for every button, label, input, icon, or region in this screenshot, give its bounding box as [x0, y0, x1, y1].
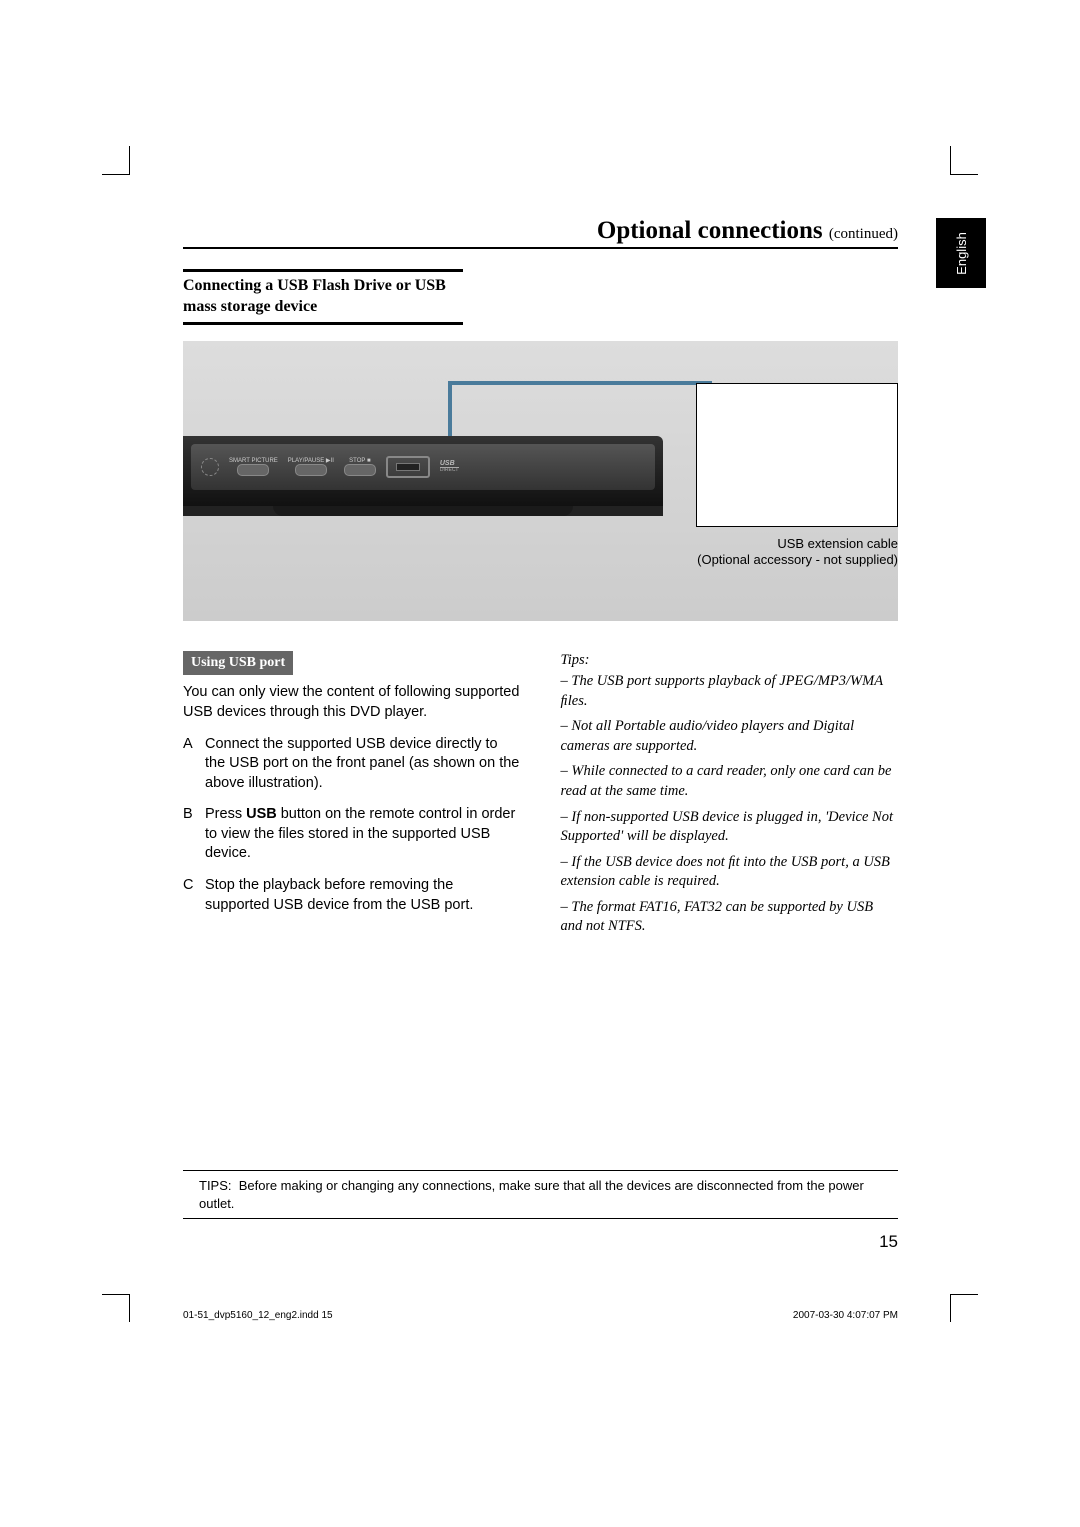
crop-mark: [129, 1294, 130, 1322]
tip-item: – If the USB device does not ﬁt into the…: [561, 853, 899, 892]
chapter-title-sub: (continued): [829, 226, 898, 242]
play-pause-button: [295, 464, 327, 476]
footer-left: 01-51_dvp5160_12_eng2.indd 15: [183, 1310, 333, 1321]
stop-label: STOP ■: [349, 458, 370, 464]
cable-line: [448, 381, 712, 445]
usb-port-icon: [386, 456, 430, 478]
intro-paragraph: You can only view the content of followi…: [183, 683, 521, 722]
tip-item: – While connected to a card reader, only…: [561, 762, 899, 801]
tip-item: – Not all Portable audio/video players a…: [561, 717, 899, 756]
step-b: B Press USB button on the remote control…: [183, 805, 521, 864]
usb-logo-sub: DIRECT: [440, 468, 459, 473]
stop-button: [344, 464, 376, 476]
step-c: C Stop the playback before removing the …: [183, 876, 521, 915]
step-letter: B: [183, 805, 205, 864]
section-heading: Connecting a USB Flash Drive or USB mass…: [183, 269, 463, 325]
play-pause-label: PLAY/PAUSE ▶II: [288, 457, 334, 464]
tips-heading: Tips:: [561, 651, 899, 671]
left-column: Using USB port You can only view the con…: [183, 651, 521, 943]
dvd-front-panel: SMART PICTURE PLAY/PAUSE ▶II STOP ■ USB …: [191, 444, 655, 490]
step-text: Press USB button on the remote control i…: [205, 805, 521, 864]
bottom-tips-bar: TIPS: Before making or changing any conn…: [183, 1170, 898, 1219]
step-a: A Connect the supported USB device direc…: [183, 735, 521, 794]
crop-mark: [950, 174, 978, 175]
imposition-footer: 01-51_dvp5160_12_eng2.indd 15 2007-03-30…: [183, 1310, 898, 1321]
using-usb-subhead: Using USB port: [183, 651, 293, 676]
step-text: Connect the supported USB device directl…: [205, 735, 521, 794]
chapter-title-main: Optional connections: [597, 217, 829, 244]
crop-mark: [950, 1294, 951, 1322]
chapter-title: Optional connections (continued): [183, 218, 898, 249]
step-letter: A: [183, 735, 205, 794]
crop-mark: [102, 1294, 130, 1295]
page-content: English Optional connections (continued)…: [183, 218, 898, 943]
crop-mark: [950, 1294, 978, 1295]
crop-mark: [950, 146, 951, 174]
step-text: Stop the playback before removing the su…: [205, 876, 521, 915]
right-column: Tips: – The USB port supports playback o…: [561, 651, 899, 943]
body-columns: Using USB port You can only view the con…: [183, 651, 898, 943]
smart-picture-button: [237, 464, 269, 476]
extension-accessory-box: [696, 383, 898, 527]
bottom-tips-label: TIPS:: [199, 1178, 232, 1193]
disc-tray: [273, 506, 573, 516]
callout-text: USB extension cable (Optional accessory …: [678, 536, 898, 570]
crop-mark: [102, 174, 130, 175]
crop-mark: [129, 146, 130, 174]
tip-item: – The USB port supports playback of JPEG…: [561, 672, 899, 711]
callout-line1: USB extension cable: [777, 536, 898, 551]
tip-item: – The format FAT16, FAT32 can be support…: [561, 898, 899, 937]
bottom-tips-text: Before making or changing any connection…: [199, 1178, 864, 1211]
footer-right: 2007-03-30 4:07:07 PM: [793, 1310, 898, 1321]
language-label: English: [953, 232, 968, 275]
connection-figure: SMART PICTURE PLAY/PAUSE ▶II STOP ■ USB …: [183, 341, 898, 621]
smart-picture-label: SMART PICTURE: [229, 458, 278, 464]
power-icon: [201, 458, 219, 476]
language-tab: English: [936, 218, 986, 288]
page-number: 15: [183, 1232, 898, 1252]
tip-item: – If non-supported USB device is plugged…: [561, 808, 899, 847]
step-letter: C: [183, 876, 205, 915]
dvd-player-illustration: SMART PICTURE PLAY/PAUSE ▶II STOP ■ USB …: [183, 436, 663, 516]
callout-line2: (Optional accessory - not supplied): [697, 552, 898, 567]
